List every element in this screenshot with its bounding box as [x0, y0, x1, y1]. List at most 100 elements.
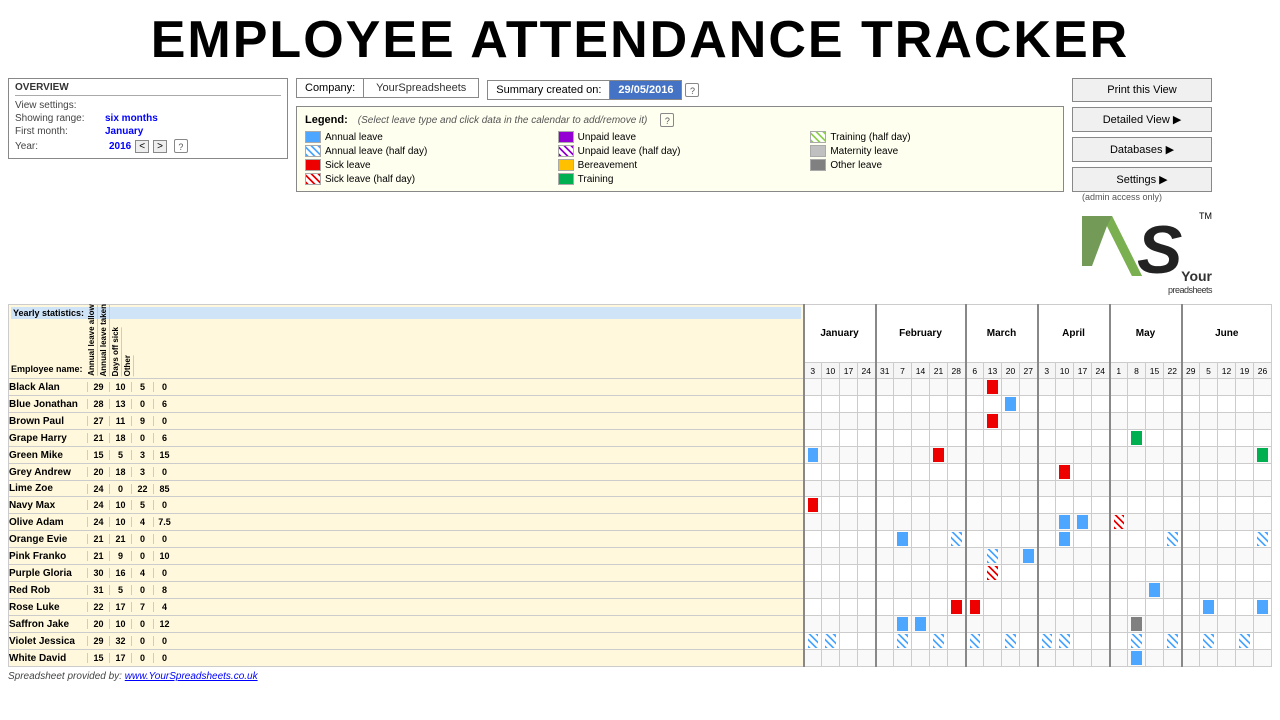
cal-cell[interactable] [1218, 565, 1236, 582]
cal-cell[interactable] [1074, 548, 1092, 565]
cal-cell[interactable] [840, 379, 858, 396]
cal-cell[interactable] [858, 599, 876, 616]
cal-cell[interactable] [1002, 633, 1020, 650]
cal-cell[interactable] [1254, 582, 1272, 599]
cal-cell[interactable] [1182, 650, 1200, 667]
cal-cell[interactable] [966, 413, 984, 430]
year-help-icon[interactable]: ? [174, 139, 188, 153]
cal-cell[interactable] [840, 565, 858, 582]
cal-cell[interactable] [1200, 650, 1218, 667]
cal-cell[interactable] [1002, 531, 1020, 548]
cal-cell[interactable] [912, 514, 930, 531]
cal-cell[interactable] [930, 481, 948, 497]
cal-cell[interactable] [840, 582, 858, 599]
cal-cell[interactable] [858, 413, 876, 430]
cal-cell[interactable] [1074, 447, 1092, 464]
cal-cell[interactable] [822, 633, 840, 650]
cal-cell[interactable] [1164, 514, 1182, 531]
cal-cell[interactable] [804, 565, 822, 582]
cal-cell[interactable] [1254, 565, 1272, 582]
cal-cell[interactable] [1020, 514, 1038, 531]
cal-cell[interactable] [930, 582, 948, 599]
cal-cell[interactable] [840, 548, 858, 565]
cal-cell[interactable] [930, 447, 948, 464]
cal-cell[interactable] [1092, 430, 1110, 447]
cal-cell[interactable] [1218, 379, 1236, 396]
cal-cell[interactable] [930, 599, 948, 616]
cal-cell[interactable] [1074, 633, 1092, 650]
cal-cell[interactable] [1218, 464, 1236, 481]
cal-cell[interactable] [1200, 396, 1218, 413]
cal-cell[interactable] [1128, 413, 1146, 430]
cal-cell[interactable] [1056, 447, 1074, 464]
cal-cell[interactable] [948, 497, 966, 514]
cal-cell[interactable] [1182, 396, 1200, 413]
cal-cell[interactable] [966, 582, 984, 599]
cal-cell[interactable] [1038, 565, 1056, 582]
cal-cell[interactable] [1218, 650, 1236, 667]
cal-cell[interactable] [912, 413, 930, 430]
cal-cell[interactable] [1110, 464, 1128, 481]
cal-cell[interactable] [1128, 616, 1146, 633]
cal-cell[interactable] [894, 464, 912, 481]
cal-cell[interactable] [1200, 514, 1218, 531]
cal-cell[interactable] [912, 379, 930, 396]
cal-cell[interactable] [876, 447, 894, 464]
cal-cell[interactable] [1146, 531, 1164, 548]
cal-cell[interactable] [1056, 633, 1074, 650]
cal-cell[interactable] [1182, 514, 1200, 531]
cal-cell[interactable] [822, 379, 840, 396]
cal-cell[interactable] [912, 565, 930, 582]
cal-cell[interactable] [1020, 464, 1038, 481]
cal-cell[interactable] [1146, 582, 1164, 599]
cal-cell[interactable] [1092, 599, 1110, 616]
cal-cell[interactable] [1092, 379, 1110, 396]
cal-cell[interactable] [822, 413, 840, 430]
cal-cell[interactable] [1074, 379, 1092, 396]
cal-cell[interactable] [1020, 497, 1038, 514]
cal-cell[interactable] [1218, 514, 1236, 531]
cal-cell[interactable] [1218, 497, 1236, 514]
cal-cell[interactable] [1110, 548, 1128, 565]
cal-cell[interactable] [876, 582, 894, 599]
legend-item-sick-half[interactable]: Sick leave (half day) [305, 173, 550, 185]
cal-cell[interactable] [1254, 633, 1272, 650]
cal-cell[interactable] [948, 464, 966, 481]
cal-cell[interactable] [804, 497, 822, 514]
cal-cell[interactable] [822, 514, 840, 531]
cal-cell[interactable] [1182, 430, 1200, 447]
cal-cell[interactable] [822, 497, 840, 514]
cal-cell[interactable] [822, 616, 840, 633]
cal-cell[interactable] [1218, 531, 1236, 548]
cal-cell[interactable] [1074, 464, 1092, 481]
cal-cell[interactable] [1092, 565, 1110, 582]
cal-cell[interactable] [1092, 481, 1110, 497]
cal-cell[interactable] [1146, 430, 1164, 447]
cal-cell[interactable] [1146, 447, 1164, 464]
cal-cell[interactable] [804, 413, 822, 430]
company-value[interactable]: YourSpreadsheets [364, 78, 479, 98]
cal-cell[interactable] [1254, 430, 1272, 447]
legend-item-annual[interactable]: Annual leave [305, 131, 550, 143]
cal-cell[interactable] [894, 531, 912, 548]
cal-cell[interactable] [1254, 599, 1272, 616]
cal-cell[interactable] [1038, 633, 1056, 650]
cal-cell[interactable] [804, 379, 822, 396]
cal-cell[interactable] [1074, 497, 1092, 514]
cal-cell[interactable] [1002, 497, 1020, 514]
cal-cell[interactable] [840, 396, 858, 413]
cal-cell[interactable] [822, 481, 840, 497]
cal-cell[interactable] [1038, 582, 1056, 599]
cal-cell[interactable] [1200, 447, 1218, 464]
cal-cell[interactable] [1056, 396, 1074, 413]
cal-cell[interactable] [912, 582, 930, 599]
cal-cell[interactable] [1236, 497, 1254, 514]
print-button[interactable]: Print this View [1072, 78, 1212, 102]
cal-cell[interactable] [1002, 396, 1020, 413]
cal-cell[interactable] [948, 396, 966, 413]
cal-cell[interactable] [894, 497, 912, 514]
cal-cell[interactable] [804, 599, 822, 616]
cal-cell[interactable] [1236, 548, 1254, 565]
cal-cell[interactable] [1218, 396, 1236, 413]
cal-cell[interactable] [894, 514, 912, 531]
